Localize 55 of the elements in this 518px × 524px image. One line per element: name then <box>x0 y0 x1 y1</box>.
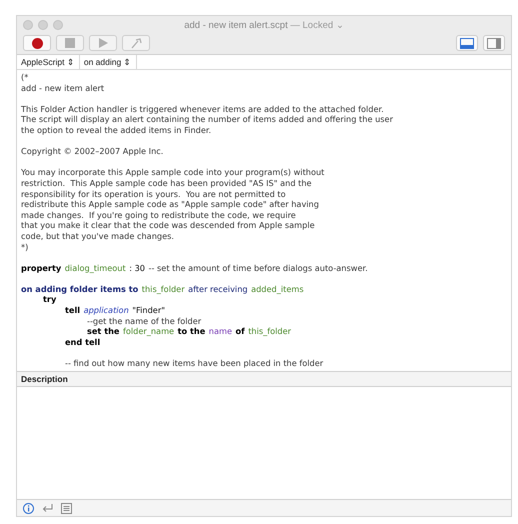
code-token: try <box>43 294 56 306</box>
code-token: The script will display an alert containing the number of items added and offering the user <box>21 114 393 125</box>
record-icon <box>32 38 42 48</box>
code-token: code, but that you've made changes. <box>21 230 174 242</box>
title-separator: — <box>290 20 300 31</box>
code-token: You may incorporate this Apple sample code into your program(s) without <box>21 167 324 178</box>
code-token: property <box>21 262 62 274</box>
window-title: add - new item alert.scpt <box>184 20 288 31</box>
code-token: tell <box>65 305 80 316</box>
code-token: this_folder <box>142 284 185 294</box>
code-token: the option to reveal the added items in Finder. <box>21 124 212 136</box>
code-token: Copyright © 2002–2007 Apple Inc. <box>21 146 164 157</box>
code-token: added_items <box>251 284 304 294</box>
hammer-icon <box>130 38 142 48</box>
code-token: made changes. If you're going to redistribute the code, we require <box>21 210 296 220</box>
handler-popup[interactable]: on adding ⇕ <box>80 55 137 69</box>
stop-icon <box>65 38 75 48</box>
code-token: dialog_timeout <box>64 262 126 274</box>
code-token: -- find out how many new items have been placed in the folder <box>65 358 324 369</box>
info-button[interactable] <box>23 502 34 514</box>
code-token: (* <box>21 72 28 83</box>
list-icon <box>61 502 72 514</box>
return-button[interactable] <box>42 503 53 513</box>
info-icon <box>23 502 34 514</box>
code-token: redistribute this Apple sample code as "Apple sample code" after having <box>21 199 319 210</box>
bottom-view-button[interactable] <box>456 35 478 51</box>
code-token: folder_name <box>123 326 174 337</box>
code-token: name <box>208 326 232 337</box>
code-token: set the <box>87 326 120 337</box>
play-icon <box>98 38 108 48</box>
code-token: "Finder" <box>132 305 165 316</box>
side-view-button[interactable] <box>483 35 505 51</box>
code-token: restriction. This Apple sample code has been provided "AS IS" and the <box>21 178 312 189</box>
code-token: that you make it clear that the code was descended from Apple sample <box>21 220 315 231</box>
log-button[interactable] <box>61 502 72 514</box>
code-token: this_folder <box>248 326 292 337</box>
return-icon <box>42 503 53 513</box>
code-token: responsibility for its operation is yours. You are not permitted to <box>21 188 286 200</box>
description-header: Description <box>17 371 511 387</box>
bottom-pane-icon <box>460 38 474 48</box>
code-token: on adding folder items to <box>21 284 138 294</box>
side-pane-icon <box>487 38 501 48</box>
code-token: -- set the amount of time before dialogs auto-answer. <box>148 262 368 274</box>
code-token: This Folder Action handler is triggered whenever items are added to the attached folder. <box>21 104 384 114</box>
code-token: after receiving <box>188 284 248 294</box>
code-token: of <box>236 326 245 337</box>
code-token: application <box>84 305 129 316</box>
code-token: : 30 <box>129 262 145 274</box>
language-popup[interactable]: AppleScript ⇕ <box>17 55 80 69</box>
record-button[interactable] <box>23 35 51 51</box>
code-token: add - new item alert <box>21 82 104 94</box>
code-token: end tell <box>65 336 100 348</box>
code-token: --get the name of the folder <box>87 316 202 326</box>
code-token: to the <box>178 326 206 337</box>
code-token: *) <box>21 242 28 252</box>
